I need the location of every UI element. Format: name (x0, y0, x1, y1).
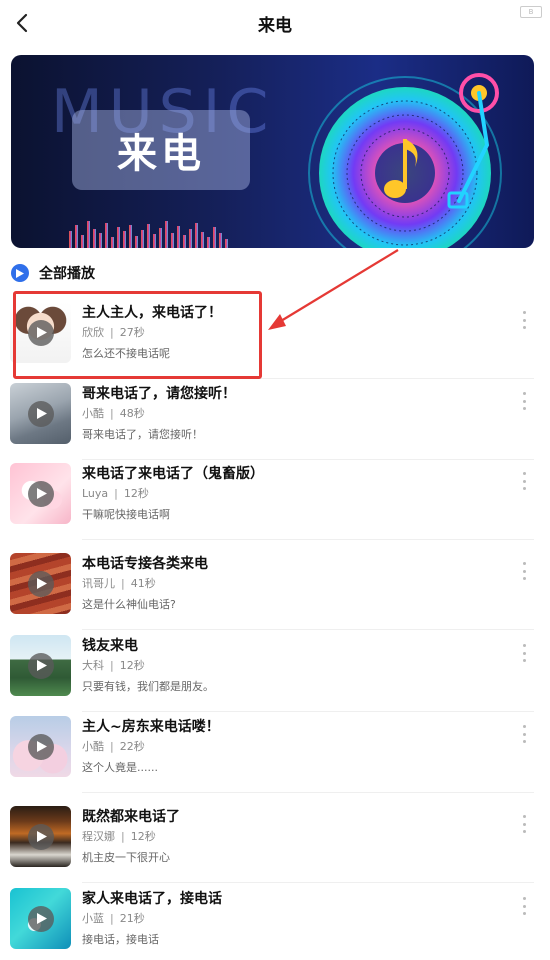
ringtone-title: 哥来电话了，请您接听！ (82, 386, 236, 402)
ringtone-author: 讯哥儿 (82, 577, 115, 590)
more-options-icon[interactable] (518, 472, 530, 490)
ringtone-author: 小酷 (82, 407, 104, 420)
ringtone-row[interactable]: 本电话专接各类来电 讯哥儿 | 41秒这是什么神仙电话? (0, 549, 550, 630)
ringtone-title: 来电话了来电话了（鬼畜版） (82, 466, 264, 482)
ringtone-cover[interactable] (10, 553, 71, 614)
ringtone-meta: 程汉娜 | 12秒 (82, 828, 156, 844)
ringtone-description: 哥来电话了，请您接听！ (82, 428, 203, 441)
ringtone-duration: 27秒 (119, 326, 145, 339)
play-icon[interactable] (27, 480, 54, 507)
equalizer-bars (69, 221, 228, 248)
ringtone-row[interactable]: 哥来电话了，请您接听！ 小酷 | 48秒 哥来电话了，请您接听！ (0, 379, 550, 460)
ringtone-title: 主人~房东来电话喽！ (82, 719, 220, 735)
watermark-badge: B (520, 6, 542, 18)
ringtone-duration: 21秒 (119, 912, 145, 925)
ringtone-description: 接电话，接电话 (82, 933, 159, 946)
banner-title: 来电 (117, 131, 205, 177)
more-options-icon[interactable] (518, 815, 530, 833)
ringtone-author: 小蓝 (82, 912, 104, 925)
meta-separator: | (110, 740, 114, 753)
meta-separator: | (114, 487, 118, 500)
ringtone-cover[interactable] (10, 635, 71, 696)
play-icon[interactable] (27, 905, 54, 932)
ringtone-description: 机主皮一下很开心 (82, 851, 170, 864)
more-options-icon[interactable] (518, 562, 530, 580)
ringtone-meta: 小酷 | 48秒 (82, 405, 145, 421)
ringtone-row[interactable]: 家人来电话了，接电话 小蓝 | 21秒接电话，接电话 (0, 884, 550, 960)
play-icon[interactable] (27, 652, 54, 679)
ringtone-description: 怎么还不接电话呢 (82, 347, 170, 360)
ringtone-row[interactable]: 主人~房东来电话喽！ 小酷 | 22秒这个人竟是...... (0, 712, 550, 793)
play-all-button[interactable]: 全部播放 (11, 262, 95, 284)
ringtone-title: 本电话专接各类来电 (82, 556, 208, 572)
page-title: 来电 (258, 16, 292, 36)
ringtone-title: 钱友来电 (82, 638, 138, 654)
more-options-icon[interactable] (518, 311, 530, 329)
play-icon[interactable] (27, 319, 54, 346)
ringtone-description: 只要有钱，我们都是朋友。 (82, 680, 214, 693)
play-icon[interactable] (27, 400, 54, 427)
ringtone-author: 大科 (82, 659, 104, 672)
meta-separator: | (121, 577, 125, 590)
ringtone-author: 程汉娜 (82, 830, 115, 843)
ringtone-row[interactable]: 钱友来电大科 | 12秒只要有钱，我们都是朋友。 (0, 631, 550, 712)
row-divider (82, 629, 534, 630)
ringtone-meta: 讯哥儿 | 41秒 (82, 575, 156, 591)
play-icon[interactable] (27, 570, 54, 597)
ringtone-author: 欣欣 (82, 326, 104, 339)
meta-separator: | (110, 407, 114, 420)
ringtone-meta: 欣欣 | 27秒 (82, 324, 145, 340)
ringtone-cover[interactable] (10, 716, 71, 777)
ringtone-title: 主人主人，来电话了！ (82, 305, 222, 321)
ringtone-cover[interactable] (10, 806, 71, 867)
ringtone-description: 这是什么神仙电话? (82, 598, 176, 611)
ringtone-duration: 22秒 (119, 740, 145, 753)
ringtone-cover[interactable] (10, 302, 71, 363)
row-divider (82, 792, 534, 793)
ringtone-duration: 12秒 (130, 830, 156, 843)
ringtone-duration: 48秒 (119, 407, 145, 420)
more-options-icon[interactable] (518, 725, 530, 743)
ringtone-description: 干嘛呢快接电话啊 (82, 508, 170, 521)
meta-separator: | (110, 659, 114, 672)
ringtone-row[interactable]: 既然都来电话了 程汉娜 | 12秒机主皮一下很开心 (0, 802, 550, 883)
ringtone-author: Luya (82, 487, 109, 500)
header: 来电 B (0, 0, 550, 46)
ringtone-row[interactable]: 来电话了来电话了（鬼畜版） Luya | 12秒干嘛呢快接电话啊 (0, 459, 550, 540)
ringtone-meta: Luya | 12秒 (82, 485, 149, 501)
ringtone-cover[interactable] (10, 463, 71, 524)
more-options-icon[interactable] (518, 644, 530, 662)
play-icon[interactable] (27, 733, 54, 760)
play-icon[interactable] (27, 823, 54, 850)
ringtone-author: 小酷 (82, 740, 104, 753)
more-options-icon[interactable] (518, 392, 530, 410)
row-divider (82, 882, 534, 883)
ringtone-duration: 12秒 (119, 659, 145, 672)
banner-title-box: 来电 (72, 110, 250, 190)
ringtone-title: 家人来电话了，接电话 (82, 891, 222, 907)
ringtone-meta: 大科 | 12秒 (82, 657, 145, 673)
meta-separator: | (110, 326, 114, 339)
ringtone-cover[interactable] (10, 888, 71, 949)
ringtone-banner[interactable]: MUSIC 来电 (11, 55, 534, 248)
ringtone-duration: 12秒 (123, 487, 149, 500)
meta-separator: | (110, 912, 114, 925)
ringtone-duration: 41秒 (130, 577, 156, 590)
ringtone-meta: 小酷 | 22秒 (82, 738, 145, 754)
ringtone-meta: 小蓝 | 21秒 (82, 910, 145, 926)
more-options-icon[interactable] (518, 897, 530, 915)
ringtone-description: 这个人竟是...... (82, 761, 158, 774)
meta-separator: | (121, 830, 125, 843)
play-circle-icon (11, 264, 29, 282)
ringtone-title: 既然都来电话了 (82, 809, 180, 825)
ringtone-row[interactable]: 主人主人，来电话了！ 欣欣 | 27秒怎么还不接电话呢 (0, 298, 550, 379)
row-divider (82, 539, 534, 540)
play-all-label: 全部播放 (39, 266, 95, 282)
ringtone-cover[interactable] (10, 383, 71, 444)
